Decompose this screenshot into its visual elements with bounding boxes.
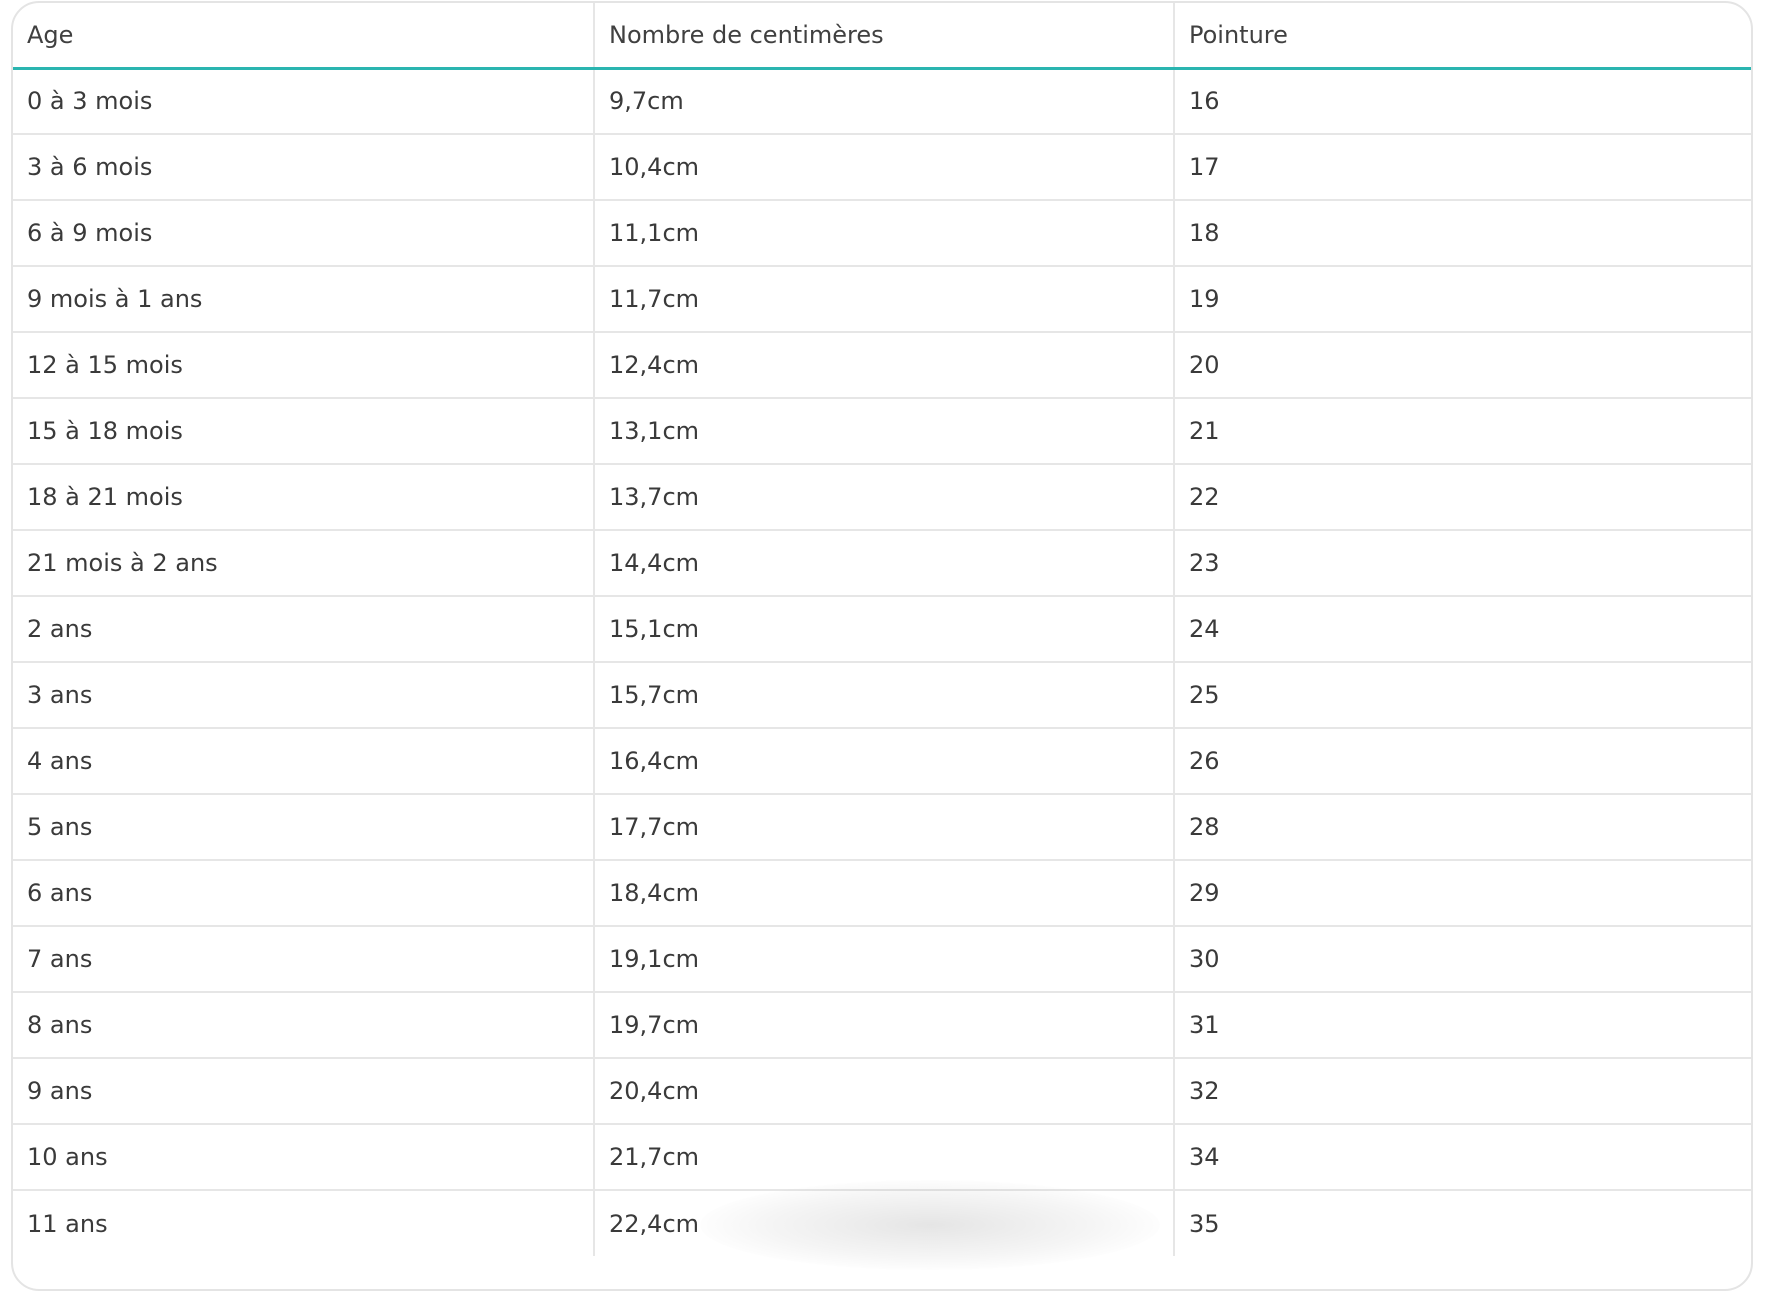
table-row: 15 à 18 mois 13,1cm 21 bbox=[13, 398, 1751, 465]
table-row: 18 à 21 mois 13,7cm 22 bbox=[13, 464, 1751, 531]
cell-centimeters: 21,7cm bbox=[593, 1124, 1174, 1191]
table-row: 12 à 15 mois 12,4cm 20 bbox=[13, 332, 1751, 399]
table-body: 0 à 3 mois 9,7cm 16 3 à 6 mois 10,4cm 17… bbox=[13, 68, 1751, 1256]
cell-shoe-size: 34 bbox=[1173, 1124, 1751, 1191]
header-centimeters: Nombre de centimères bbox=[593, 3, 1174, 70]
table-row: 5 ans 17,7cm 28 bbox=[13, 794, 1751, 861]
cell-centimeters: 11,1cm bbox=[593, 200, 1174, 267]
cell-centimeters: 15,1cm bbox=[593, 596, 1174, 663]
cell-centimeters: 13,1cm bbox=[593, 398, 1174, 465]
cell-centimeters: 13,7cm bbox=[593, 464, 1174, 531]
cell-age: 3 ans bbox=[13, 662, 594, 729]
cell-centimeters: 16,4cm bbox=[593, 728, 1174, 795]
table-row: 2 ans 15,1cm 24 bbox=[13, 596, 1751, 663]
cell-centimeters: 17,7cm bbox=[593, 794, 1174, 861]
table-row: 8 ans 19,7cm 31 bbox=[13, 992, 1751, 1059]
cell-age: 5 ans bbox=[13, 794, 594, 861]
cell-shoe-size: 31 bbox=[1173, 992, 1751, 1059]
cell-shoe-size: 26 bbox=[1173, 728, 1751, 795]
cell-shoe-size: 19 bbox=[1173, 266, 1751, 333]
cell-age: 12 à 15 mois bbox=[13, 332, 594, 399]
cell-shoe-size: 30 bbox=[1173, 926, 1751, 993]
header-shoe-size: Pointure bbox=[1173, 3, 1751, 70]
table-row: 10 ans 21,7cm 34 bbox=[13, 1124, 1751, 1191]
cell-centimeters: 19,7cm bbox=[593, 992, 1174, 1059]
cell-centimeters: 10,4cm bbox=[593, 134, 1174, 201]
cell-age: 4 ans bbox=[13, 728, 594, 795]
table-header: Age Nombre de centimères Pointure bbox=[13, 3, 1751, 70]
cell-shoe-size: 32 bbox=[1173, 1058, 1751, 1125]
table-row: 6 à 9 mois 11,1cm 18 bbox=[13, 200, 1751, 267]
table-row: 9 mois à 1 ans 11,7cm 19 bbox=[13, 266, 1751, 333]
cell-shoe-size: 35 bbox=[1173, 1190, 1751, 1256]
table-row: 6 ans 18,4cm 29 bbox=[13, 860, 1751, 927]
cell-shoe-size: 29 bbox=[1173, 860, 1751, 927]
cell-age: 21 mois à 2 ans bbox=[13, 530, 594, 597]
cell-shoe-size: 28 bbox=[1173, 794, 1751, 861]
cell-age: 11 ans bbox=[27, 1209, 108, 1238]
cell-age: 8 ans bbox=[13, 992, 594, 1059]
table-row: 7 ans 19,1cm 30 bbox=[13, 926, 1751, 993]
size-chart-table: Age Nombre de centimères Pointure 0 à 3 … bbox=[13, 3, 1751, 1256]
cell-age: 6 à 9 mois bbox=[13, 200, 594, 267]
cell-age: 15 à 18 mois bbox=[13, 398, 594, 465]
cell-centimeters: 22,4cm bbox=[593, 1190, 1174, 1256]
table-row: 3 à 6 mois 10,4cm 17 bbox=[13, 134, 1751, 201]
cell-shoe-size: 22 bbox=[1173, 464, 1751, 531]
cell-shoe-size: 24 bbox=[1173, 596, 1751, 663]
cell-age: 2 ans bbox=[13, 596, 594, 663]
cell-shoe-size: 23 bbox=[1173, 530, 1751, 597]
cell-shoe-size: 18 bbox=[1173, 200, 1751, 267]
cell-centimeters: 18,4cm bbox=[593, 860, 1174, 927]
cell-age: 9 ans bbox=[13, 1058, 594, 1125]
cell-centimeters: 15,7cm bbox=[593, 662, 1174, 729]
size-chart-table-container: Age Nombre de centimères Pointure 0 à 3 … bbox=[11, 1, 1753, 1291]
table-row: 21 mois à 2 ans 14,4cm 23 bbox=[13, 530, 1751, 597]
cell-shoe-size: 20 bbox=[1173, 332, 1751, 399]
cell-age: 6 ans bbox=[13, 860, 594, 927]
cell-age: 18 à 21 mois bbox=[13, 464, 594, 531]
header-age: Age bbox=[13, 3, 594, 70]
cell-shoe-size: 16 bbox=[1173, 68, 1751, 135]
cell-centimeters: 9,7cm bbox=[593, 68, 1174, 135]
cell-age: 7 ans bbox=[13, 926, 594, 993]
cell-centimeters: 12,4cm bbox=[593, 332, 1174, 399]
cell-age: 9 mois à 1 ans bbox=[13, 266, 594, 333]
table-row: 4 ans 16,4cm 26 bbox=[13, 728, 1751, 795]
cell-centimeters: 14,4cm bbox=[593, 530, 1174, 597]
cell-age: 10 ans bbox=[13, 1124, 594, 1191]
cell-shoe-size: 21 bbox=[1173, 398, 1751, 465]
cell-centimeters: 11,7cm bbox=[593, 266, 1174, 333]
table-row: 3 ans 15,7cm 25 bbox=[13, 662, 1751, 729]
cell-centimeters: 19,1cm bbox=[593, 926, 1174, 993]
cell-shoe-size: 17 bbox=[1173, 134, 1751, 201]
header-row: Age Nombre de centimères Pointure bbox=[13, 3, 1751, 70]
table-row: 11 ans 22,4cm 35 bbox=[13, 1190, 1751, 1256]
table-row: 0 à 3 mois 9,7cm 16 bbox=[13, 68, 1751, 135]
cell-shoe-size: 25 bbox=[1173, 662, 1751, 729]
cell-age: 3 à 6 mois bbox=[13, 134, 594, 201]
table-row: 9 ans 20,4cm 32 bbox=[13, 1058, 1751, 1125]
cell-centimeters: 20,4cm bbox=[593, 1058, 1174, 1125]
cell-age: 0 à 3 mois bbox=[13, 68, 594, 135]
